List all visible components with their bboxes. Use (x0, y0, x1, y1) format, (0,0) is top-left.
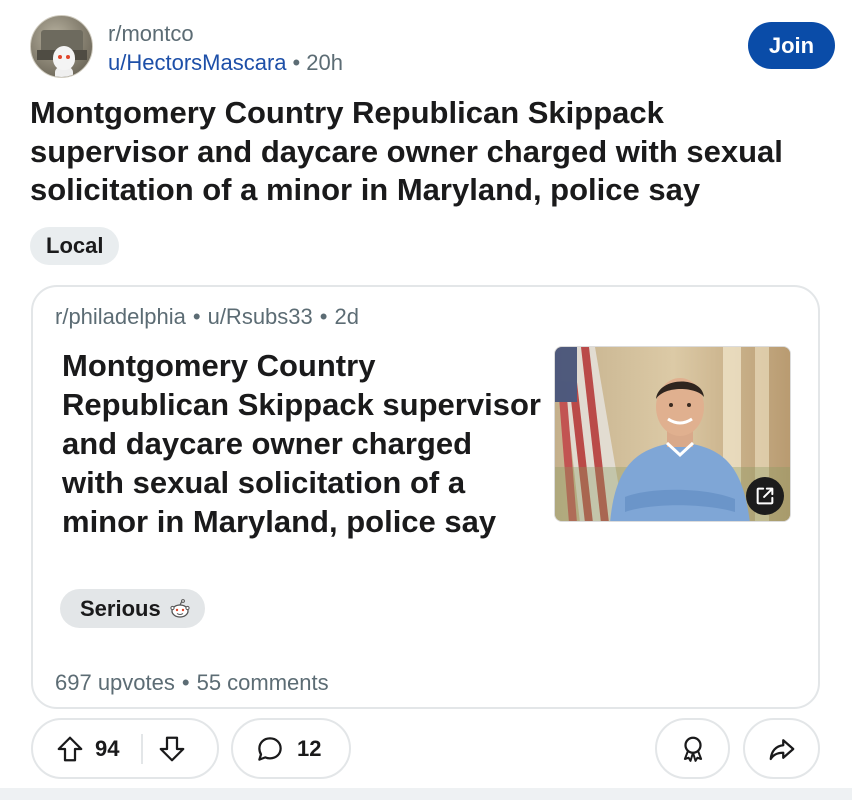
crosspost-author[interactable]: u/Rsubs33 (208, 304, 313, 329)
post-header: r/montco u/HectorsMascara • 20h (30, 15, 822, 79)
crosspost-meta: r/philadelphia • u/Rsubs33 • 2d (55, 304, 359, 330)
subreddit-name[interactable]: r/montco (108, 21, 194, 47)
upvote-arrow-icon[interactable] (55, 734, 85, 764)
comment-count: 12 (297, 735, 322, 761)
vote-divider (141, 733, 144, 764)
vote-score: 94 (95, 735, 120, 761)
meta-separator: • (292, 50, 301, 75)
action-bar: 94 12 (31, 718, 820, 780)
crosspost-title[interactable]: Montgomery Country Republican Skippack s… (62, 346, 542, 541)
author-name[interactable]: u/HectorsMascara (108, 50, 287, 75)
crosspost-thumbnail[interactable] (554, 346, 791, 522)
bottom-divider (0, 788, 852, 800)
crosspost-card[interactable]: r/philadelphia • u/Rsubs33 • 2d Montgomery C… (31, 285, 820, 709)
crosspost-upvotes: 697 upvotes (55, 670, 175, 695)
join-button[interactable]: Join (748, 22, 835, 69)
meta-separator: • (319, 304, 328, 329)
vote-control: 94 (31, 718, 219, 779)
share-arrow-icon (767, 734, 797, 764)
subreddit-avatar[interactable] (30, 15, 93, 78)
share-button[interactable] (743, 718, 820, 779)
downvote-arrow-icon[interactable] (157, 734, 187, 764)
award-icon (678, 734, 708, 764)
author-line: u/HectorsMascara • 20h (108, 50, 343, 76)
crosspost-age: 2d (334, 304, 359, 329)
post-age: 20h (306, 50, 343, 75)
post-flair[interactable]: Local (30, 227, 120, 265)
crosspost-stats: 697 upvotes • 55 comments (55, 670, 329, 696)
comment-bubble-icon (255, 734, 285, 764)
crosspost-subreddit[interactable]: r/philadelphia (55, 304, 186, 329)
post-title[interactable]: Montgomery Country Republican Skippack s… (30, 94, 820, 210)
crosspost-flair-label: Serious (80, 595, 161, 621)
meta-separator: • (192, 304, 201, 329)
external-link-icon[interactable] (746, 477, 784, 515)
crosspost-comments: 55 comments (196, 670, 329, 695)
award-button[interactable] (655, 718, 730, 779)
comments-button[interactable]: 12 (231, 718, 351, 779)
meta-separator: • (181, 670, 190, 695)
snoo-emoji-icon (169, 598, 191, 619)
crosspost-flair[interactable]: Serious (60, 589, 205, 628)
